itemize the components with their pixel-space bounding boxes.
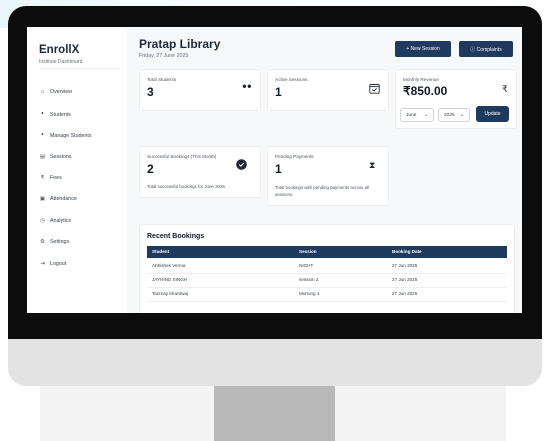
sidebar-item-students[interactable]: ꔷ Students [39,111,71,118]
card-value: 3 [147,85,154,99]
sidebar-item-analytics[interactable]: ◷ Analytics [39,218,71,224]
table-header: Student Session Booking Date [147,246,507,258]
table-row[interactable]: JAYHIND SINGH session 2 27 Jun 2025 [147,273,507,288]
card-value: 1 [275,162,282,176]
manage-users-icon: ꔷ [41,132,44,138]
sidebar-item-logout[interactable]: ⇥ Logout [39,261,66,267]
card-label: Active Sessions [275,77,308,82]
card-label: Monthly Revenue [403,77,439,82]
home-icon: ⌂ [40,89,45,95]
analytics-icon: ◷ [40,218,45,224]
total-students-card: Total Students 3 ꔷꔷ [139,69,261,111]
column-session: Session [299,249,317,254]
recent-bookings-title: Recent Bookings [147,233,205,240]
card-note: Total successful bookings for June 2025. [147,184,227,189]
monitor-stand [214,386,335,441]
table-row[interactable]: Tanmay bhardwaj Morning 1 27 Jun 2025 [147,287,507,302]
hourglass-icon: ⧗ [369,160,376,170]
active-sessions-card: Active Sessions 1 [267,69,389,111]
month-select[interactable]: June ⌄ [400,108,434,122]
column-booking-date: Booking Date [392,249,422,254]
brand-subtitle: Institute Dashboard [39,59,83,65]
main-content: Pratap Library Friday, 27 June 2025 + Ne… [127,27,522,313]
successful-bookings-card: Successful Bookings (This Month) 2 Total… [139,146,261,198]
screen: EnrollX Institute Dashboard ⌂ Overview ꔷS… [27,27,522,313]
users-icon: ꔷꔷ [242,82,252,93]
sidebar-item-manage-students[interactable]: ꔷ Manage Students [39,132,91,139]
rupee-icon: ₹ [40,175,45,181]
attendance-calendar-icon: ▣ [39,196,46,202]
chevron-down-icon: ⌄ [459,112,464,118]
monthly-revenue-card: Monthly Revenue ₹850.00 ₹ June ⌄ 2025 ⌄ Up… [395,69,517,129]
card-label: Total Students [147,77,177,82]
card-value: 2 [147,162,154,176]
sidebar-item-overview[interactable]: ⌂ Overview [39,89,72,95]
pending-payments-card: Pending Payments 1 ⧗ Total bookings with… [267,146,389,206]
year-select[interactable]: 2025 ⌄ [438,108,470,122]
check-circle-icon [236,159,247,172]
page-date: Friday, 27 June 2025 [139,53,189,59]
logout-icon: ⇥ [40,261,45,267]
card-label: Pending Payments [275,154,314,159]
new-session-button[interactable]: + New Session [395,41,451,57]
sidebar-item-fees[interactable]: ₹ Fees [39,175,62,181]
calendar-icon: ▤ [39,154,46,160]
chevron-down-icon: ⌄ [423,112,428,118]
update-button[interactable]: Update [476,106,509,122]
page-title: Pratap Library [139,37,221,51]
sidebar: EnrollX Institute Dashboard ⌂ Overview ꔷS… [27,27,128,313]
sidebar-divider [39,68,119,69]
complaints-button[interactable]: ⓘ Complaints [459,41,513,57]
sidebar-item-settings[interactable]: ⚙ Settings [39,239,69,245]
table-row[interactable]: Abhishek Verma NIGHT 27 Jun 2025 [147,259,507,274]
sidebar-item-sessions[interactable]: ▤ Sessions [39,154,72,160]
sidebar-item-attendance[interactable]: ▣ Attendance [39,196,77,202]
column-student: Student [152,249,170,254]
card-value: 1 [275,85,282,99]
brand-logo: EnrollX [39,44,80,56]
card-value: ₹850.00 [403,84,448,98]
rupee-icon: ₹ [502,84,508,94]
gear-icon: ⚙ [40,239,45,245]
calendar-check-icon [369,83,380,96]
card-note: Total bookings with pending payments acr… [275,185,369,197]
recent-bookings-card: Recent Bookings Student Session Booking … [139,224,515,313]
users-icon: ꔷ [41,111,44,117]
card-label: Successful Bookings (This Month) [147,154,217,159]
